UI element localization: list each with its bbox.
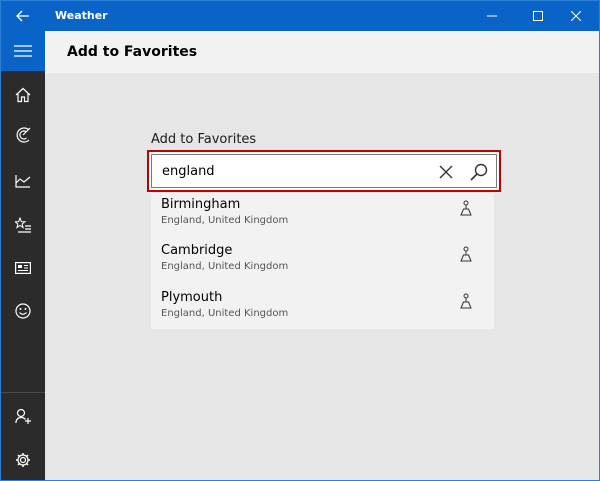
news-icon (15, 262, 31, 274)
search-results-list: Birmingham England, United Kingdom Cambr… (151, 193, 494, 329)
sidebar-item-historical[interactable] (1, 161, 45, 201)
sidebar-item-account[interactable] (1, 396, 45, 436)
home-icon (15, 87, 31, 103)
app-window: Weather Add to Favorites Add to Favorite… (0, 0, 600, 481)
sidebar-item-home[interactable] (1, 75, 45, 115)
sidebar-item-places[interactable] (1, 205, 45, 245)
maximize-icon (533, 11, 543, 21)
sidebar-item-maps[interactable] (1, 115, 45, 155)
search-button[interactable] (466, 160, 492, 184)
sidebar-item-menu[interactable] (1, 31, 45, 71)
close-button[interactable] (553, 1, 599, 31)
sidebar-item-life[interactable] (1, 291, 45, 331)
result-region: England, United Kingdom (161, 215, 289, 226)
sidebar-item-settings[interactable] (1, 440, 45, 480)
list-item[interactable]: Plymouth England, United Kingdom (151, 286, 494, 332)
search-box-highlight: england (147, 150, 501, 192)
list-item[interactable]: Birmingham England, United Kingdom (151, 193, 494, 239)
minimize-icon (487, 15, 497, 17)
add-user-icon (15, 408, 31, 424)
hamburger-icon (14, 45, 32, 57)
minimize-button[interactable] (469, 1, 515, 31)
sidebar-divider (1, 392, 45, 393)
radar-icon (16, 127, 31, 143)
sidebar-item-news[interactable] (1, 248, 45, 288)
location-icon (457, 292, 475, 310)
page-title: Add to Favorites (67, 44, 198, 60)
page-header: Add to Favorites (45, 31, 599, 73)
app-title: Weather (55, 9, 108, 22)
search-input-value: england (162, 164, 215, 179)
nav-sidebar (1, 31, 45, 480)
title-bar: Weather (1, 1, 599, 31)
result-region: England, United Kingdom (161, 261, 289, 272)
location-icon (457, 199, 475, 217)
favorites-icon (15, 217, 31, 233)
list-item[interactable]: Cambridge England, United Kingdom (151, 239, 494, 285)
result-city: Cambridge (161, 243, 233, 258)
result-city: Plymouth (161, 290, 223, 305)
back-arrow-icon (16, 10, 29, 22)
clear-button[interactable] (434, 161, 458, 183)
search-input[interactable]: england (151, 154, 497, 188)
clear-icon (439, 165, 453, 179)
location-icon (457, 245, 475, 263)
close-icon (571, 11, 581, 21)
smiley-icon (15, 303, 31, 319)
search-icon (470, 163, 488, 181)
back-button[interactable] (1, 1, 45, 31)
search-label: Add to Favorites (151, 132, 257, 147)
result-region: England, United Kingdom (161, 308, 289, 319)
chart-icon (15, 175, 31, 188)
result-city: Birmingham (161, 197, 241, 212)
main-content: Add to Favorites england Birmingham Engl… (45, 73, 599, 480)
gear-icon (16, 453, 30, 467)
